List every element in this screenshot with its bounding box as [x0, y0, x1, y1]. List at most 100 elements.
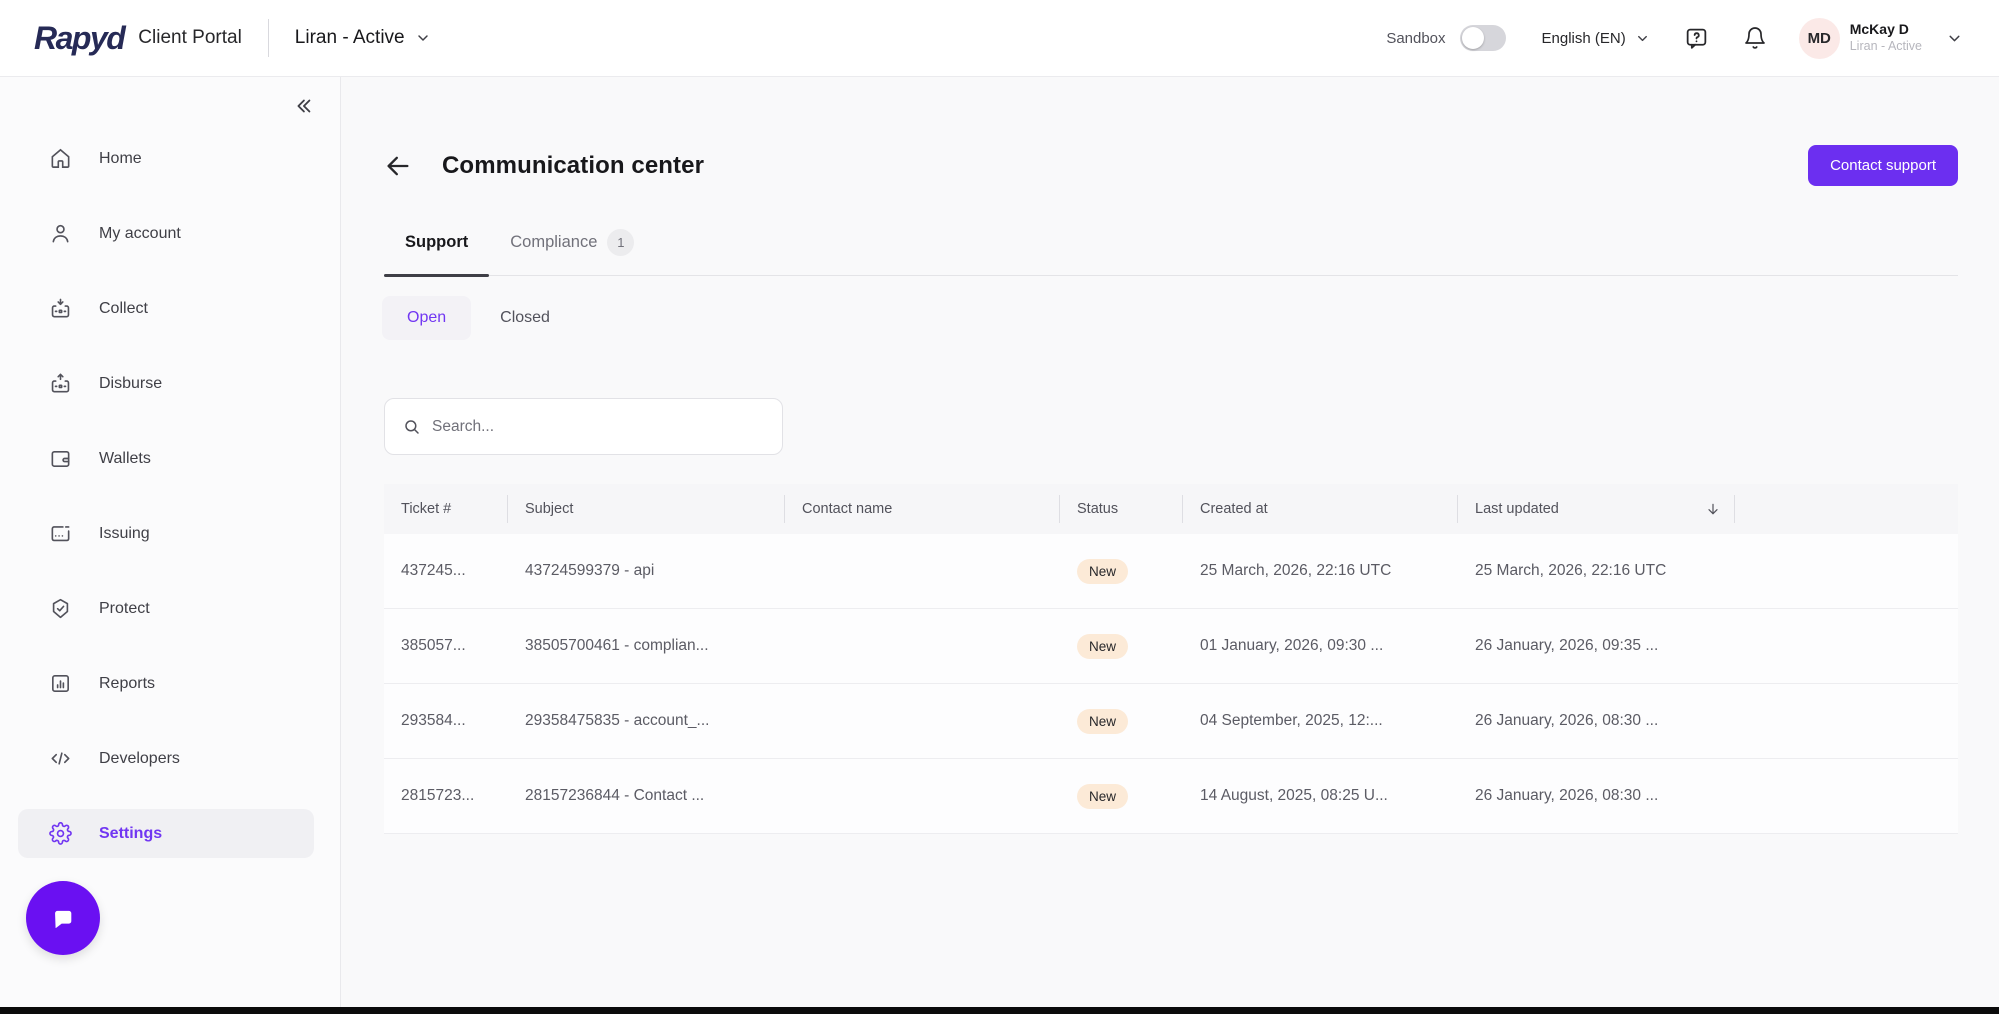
cell-subject: 38505700461 - complian... — [508, 637, 785, 655]
cell-updated: 26 January, 2026, 09:35 ... — [1458, 637, 1735, 655]
sidebar-item-issuing[interactable]: Issuing — [0, 496, 340, 571]
sidebar-item-label: Home — [99, 150, 142, 168]
disburse-icon — [48, 372, 72, 396]
column-header-created[interactable]: Created at — [1183, 484, 1458, 534]
sidebar-item-wallets[interactable]: Wallets — [0, 421, 340, 496]
sidebar-item-label: Disburse — [99, 375, 162, 393]
status-badge: New — [1077, 709, 1128, 734]
column-header-status[interactable]: Status — [1060, 484, 1183, 534]
notifications-button[interactable] — [1743, 26, 1767, 50]
collect-icon — [48, 297, 72, 321]
status-badge: New — [1077, 634, 1128, 659]
bell-icon — [1743, 26, 1767, 50]
column-header-contact[interactable]: Contact name — [785, 484, 1060, 534]
sidebar: Home My account Collect Disburse Wallets — [0, 77, 341, 1007]
sidebar-item-reports[interactable]: Reports — [0, 646, 340, 721]
cell-status: New — [1060, 634, 1183, 659]
chevron-down-icon — [1635, 31, 1650, 46]
org-selector[interactable]: Liran - Active — [295, 27, 431, 49]
rapyd-logo: Rapyd — [34, 20, 124, 57]
sidebar-item-label: Collect — [99, 300, 148, 318]
sidebar-item-label: Developers — [99, 750, 180, 768]
back-button[interactable] — [384, 152, 412, 180]
sidebar-collapse-button[interactable] — [292, 95, 314, 117]
tickets-table: Ticket # Subject Contact name Status Cre… — [384, 484, 1958, 834]
home-icon — [48, 147, 72, 171]
tab-compliance[interactable]: Compliance 1 — [489, 229, 655, 275]
table-row[interactable]: 293584... 29358475835 - account_... New … — [384, 684, 1958, 759]
column-header-label: Last updated — [1475, 501, 1559, 517]
cell-status: New — [1060, 709, 1183, 734]
cell-updated: 25 March, 2026, 22:16 UTC — [1458, 562, 1735, 580]
status-filter: Open Closed — [382, 296, 575, 340]
language-selector[interactable]: English (EN) — [1542, 30, 1650, 47]
cell-created: 14 August, 2025, 08:25 U... — [1183, 787, 1458, 805]
chat-bubble-icon — [46, 901, 80, 935]
cell-created: 04 September, 2025, 12:... — [1183, 712, 1458, 730]
column-header-ticket[interactable]: Ticket # — [384, 484, 508, 534]
cell-subject: 28157236844 - Contact ... — [508, 787, 785, 805]
shield-check-icon — [48, 597, 72, 621]
sidebar-item-home[interactable]: Home — [0, 121, 340, 196]
sandbox-label: Sandbox — [1386, 30, 1445, 47]
tab-support[interactable]: Support — [384, 229, 489, 275]
cell-ticket: 437245... — [384, 562, 508, 580]
reports-icon — [48, 672, 72, 696]
page-title: Communication center — [442, 152, 704, 180]
column-header-subject[interactable]: Subject — [508, 484, 785, 534]
chevron-down-icon — [415, 30, 431, 46]
cell-ticket: 293584... — [384, 712, 508, 730]
profile-meta: McKay D Liran - Active — [1850, 21, 1922, 54]
sidebar-item-my-account[interactable]: My account — [0, 196, 340, 271]
sidebar-item-disburse[interactable]: Disburse — [0, 346, 340, 421]
tab-label: Compliance — [510, 233, 597, 252]
sidebar-item-label: Reports — [99, 675, 155, 693]
sidebar-nav: Home My account Collect Disburse Wallets — [0, 121, 340, 871]
filter-closed[interactable]: Closed — [475, 296, 575, 340]
table-row[interactable]: 385057... 38505700461 - complian... New … — [384, 609, 1958, 684]
contact-support-button[interactable]: Contact support — [1808, 145, 1958, 186]
sandbox-toggle[interactable] — [1460, 25, 1506, 51]
sidebar-item-label: My account — [99, 225, 181, 243]
topbar-right: Sandbox English (EN) — [1386, 18, 1963, 59]
table-row[interactable]: 437245... 43724599379 - api New 25 March… — [384, 534, 1958, 609]
column-header-actions — [1735, 484, 1958, 534]
chat-widget-button[interactable] — [26, 881, 100, 955]
sidebar-item-protect[interactable]: Protect — [0, 571, 340, 646]
filter-open[interactable]: Open — [382, 296, 471, 340]
cell-updated: 26 January, 2026, 08:30 ... — [1458, 787, 1735, 805]
table-header-row: Ticket # Subject Contact name Status Cre… — [384, 484, 1958, 534]
tab-count-badge: 1 — [607, 229, 634, 256]
sidebar-item-collect[interactable]: Collect — [0, 271, 340, 346]
main-content: Communication center Contact support Sup… — [341, 77, 1999, 1007]
help-button[interactable] — [1684, 26, 1709, 51]
cell-status: New — [1060, 784, 1183, 809]
org-selector-label: Liran - Active — [295, 27, 405, 49]
status-badge: New — [1077, 559, 1128, 584]
profile-menu[interactable]: MD McKay D Liran - Active — [1799, 18, 1963, 59]
cell-subject: 29358475835 - account_... — [508, 712, 785, 730]
user-icon — [48, 222, 72, 246]
avatar: MD — [1799, 18, 1840, 59]
code-icon — [48, 747, 72, 771]
search-icon — [403, 418, 421, 436]
top-bar: Rapyd Client Portal Liran - Active Sandb… — [0, 0, 1999, 77]
cell-status: New — [1060, 559, 1183, 584]
double-chevron-left-icon — [292, 95, 314, 117]
cell-updated: 26 January, 2026, 08:30 ... — [1458, 712, 1735, 730]
tab-bar: Support Compliance 1 — [384, 229, 1958, 276]
sidebar-item-label: Protect — [99, 600, 150, 618]
cell-subject: 43724599379 - api — [508, 562, 785, 580]
cell-ticket: 2815723... — [384, 787, 508, 805]
sidebar-item-developers[interactable]: Developers — [0, 721, 340, 796]
issuing-icon — [48, 522, 72, 546]
column-header-updated[interactable]: Last updated — [1458, 484, 1735, 534]
table-row[interactable]: 2815723... 28157236844 - Contact ... New… — [384, 759, 1958, 834]
cell-ticket: 385057... — [384, 637, 508, 655]
window-edge — [0, 1007, 1999, 1014]
search-input[interactable] — [432, 418, 764, 436]
sidebar-item-settings[interactable]: Settings — [0, 796, 340, 871]
sidebar-item-label: Settings — [99, 825, 162, 843]
topbar-divider — [268, 19, 269, 57]
arrow-left-icon — [384, 152, 412, 180]
